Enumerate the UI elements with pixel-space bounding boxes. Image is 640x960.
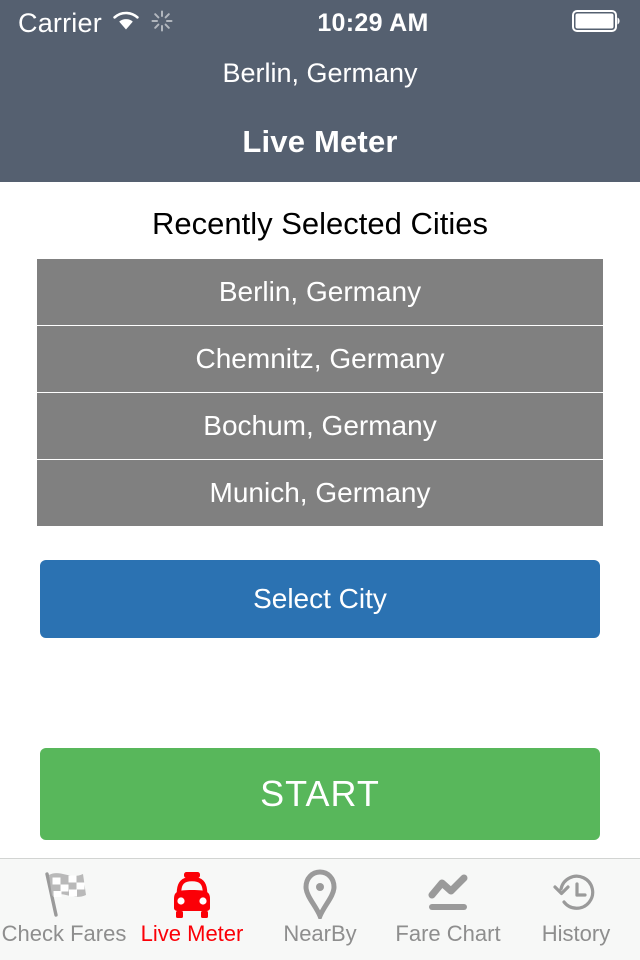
start-button-label: START	[260, 773, 380, 814]
status-bar-center: 10:29 AM	[174, 9, 572, 38]
activity-spinner-icon	[150, 9, 174, 38]
battery-full-icon	[572, 9, 622, 38]
city-item-label: Munich, Germany	[209, 477, 431, 508]
status-bar-right	[572, 9, 622, 38]
list-item[interactable]: Berlin, Germany	[37, 259, 603, 325]
tab-label: Check Fares	[1, 921, 127, 946]
tab-fare-chart[interactable]: Fare Chart	[384, 859, 512, 960]
main-content: Recently Selected Cities Berlin, Germany…	[0, 182, 640, 858]
recently-selected-cities-list: Berlin, Germany Chemnitz, Germany Bochum…	[37, 259, 603, 527]
clock-label: 10:29 AM	[317, 8, 429, 37]
start-button[interactable]: START	[40, 748, 600, 840]
wifi-icon	[112, 10, 140, 36]
clock-history-icon	[548, 868, 604, 920]
tab-live-meter[interactable]: Live Meter	[128, 859, 256, 960]
header-subtitle-city: Berlin, Germany	[222, 58, 418, 88]
tab-label: NearBy	[283, 921, 357, 946]
city-item-label: Berlin, Germany	[218, 276, 422, 307]
list-item[interactable]: Chemnitz, Germany	[37, 326, 603, 392]
carrier-label: Carrier	[18, 7, 102, 38]
tab-label: Live Meter	[140, 921, 244, 946]
list-item[interactable]: Munich, Germany	[37, 460, 603, 526]
city-item-label: Chemnitz, Germany	[195, 343, 445, 374]
select-city-button-label: Select City	[253, 583, 387, 614]
checkered-flag-icon	[36, 868, 92, 920]
status-bar-left: Carrier	[18, 8, 174, 39]
page-title: Live Meter	[242, 124, 398, 159]
line-chart-icon	[420, 868, 476, 920]
app-root: Carrier 10:29 AM Berlin, Germany Live Me…	[0, 0, 640, 960]
select-city-button[interactable]: Select City	[40, 560, 600, 638]
tab-label: Fare Chart	[395, 921, 501, 946]
status-bar: Carrier 10:29 AM	[0, 0, 640, 46]
map-pin-icon	[292, 868, 348, 920]
bottom-tab-bar: Check Fares Live Meter NearBy Fare Chart…	[0, 858, 640, 960]
taxi-car-icon	[164, 868, 220, 920]
tab-check-fares[interactable]: Check Fares	[0, 859, 128, 960]
list-item[interactable]: Bochum, Germany	[37, 393, 603, 459]
section-title-recently-selected-cities: Recently Selected Cities	[152, 206, 488, 241]
tab-label: History	[541, 921, 611, 946]
navigation-header: Carrier 10:29 AM Berlin, Germany Live Me…	[0, 0, 640, 182]
tab-history[interactable]: History	[512, 859, 640, 960]
city-item-label: Bochum, Germany	[203, 410, 437, 441]
tab-nearby[interactable]: NearBy	[256, 859, 384, 960]
